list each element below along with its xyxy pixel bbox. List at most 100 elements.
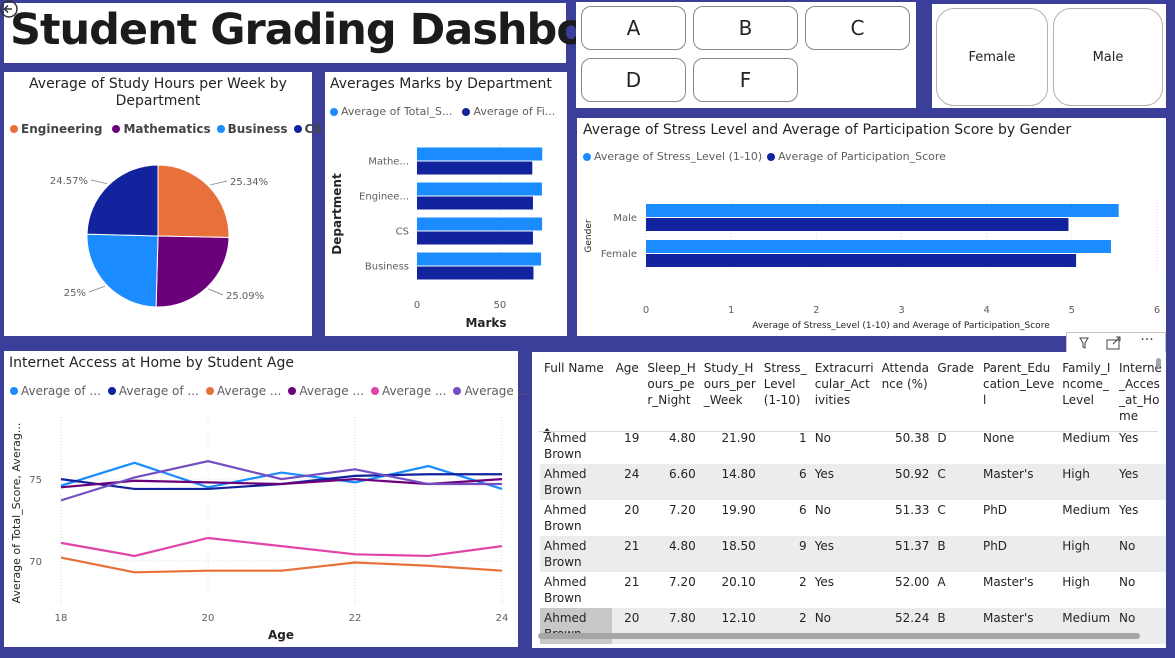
y-axis-label: Average of Total_Score, Averag... xyxy=(10,423,23,604)
table-cell: Yes xyxy=(810,536,878,572)
more-options-icon[interactable]: ··· xyxy=(1135,333,1159,351)
bar-cs-series-2[interactable] xyxy=(417,231,533,245)
pie-slice-business[interactable] xyxy=(86,233,159,308)
table-row[interactable]: Ahmed Brown 20 7.20 19.90 6 No 51.33 C PhD Medium Y… xyxy=(540,500,1166,536)
table-cell: 51.37 xyxy=(877,536,934,572)
table-cell: 20.10 xyxy=(721,575,756,589)
bar-male-series-1[interactable] xyxy=(646,204,1119,217)
bar-female-series-1[interactable] xyxy=(646,240,1112,253)
grade-option-b[interactable]: B xyxy=(693,6,798,50)
x-tick-label: 20 xyxy=(202,613,215,624)
x-tick-label: 18 xyxy=(55,613,68,624)
table-cell: Yes xyxy=(1115,464,1166,500)
pie-leader-line xyxy=(88,285,106,293)
pie-slice-mathematics[interactable] xyxy=(155,235,230,308)
y-tick-label: 75 xyxy=(29,475,42,486)
table-cell: No xyxy=(814,503,832,517)
bar-business-series-1[interactable] xyxy=(417,252,542,266)
back-arrow-icon[interactable] xyxy=(0,0,20,20)
line-series-6[interactable] xyxy=(60,460,502,502)
table-row[interactable]: Ahmed Brown 21 7.20 20.10 2 Yes 52.00 A Master's H… xyxy=(540,572,1166,608)
grade-option-f[interactable]: F xyxy=(693,58,798,102)
pie-data-label: 25.09% xyxy=(226,291,264,302)
bar-enginee-series-1[interactable] xyxy=(417,182,542,196)
table-cell: 14.80 xyxy=(699,464,760,500)
pie-slice-engineering[interactable] xyxy=(157,164,230,239)
dept-bar-visual[interactable]: Averages Marks by Department Average of … xyxy=(325,72,567,336)
table-row[interactable]: Ahmed Brown 19 4.80 21.90 1 No 50.38 D None Medium… xyxy=(540,428,1166,464)
gender-option-female[interactable]: Female xyxy=(936,8,1048,106)
pie-slice-cs[interactable] xyxy=(86,164,159,237)
grade-option-a[interactable]: A xyxy=(581,6,686,50)
table-cell: AhmedBrown xyxy=(544,503,587,533)
bar-business-series-2[interactable] xyxy=(417,266,534,280)
line-series-3[interactable] xyxy=(60,556,503,574)
table-cell: Master's xyxy=(982,575,1034,589)
table-cell: 21 xyxy=(611,536,644,572)
line-chart-plot: 70 75 18 20 22 24 Age Average of Total_Score, A… xyxy=(10,417,509,642)
table-row[interactable]: Ahmed Brown 21 4.80 18.50 9 Yes 51.37 B PhD High No xyxy=(540,536,1166,572)
table-cell: 1 xyxy=(799,431,807,445)
gender-option-male[interactable]: Male xyxy=(1053,8,1163,106)
table-cell: Yes xyxy=(1119,503,1139,517)
table-cell: 52.00 xyxy=(895,575,930,589)
bar-cs-series-1[interactable] xyxy=(417,217,543,231)
filter-icon[interactable] xyxy=(1073,335,1095,351)
table-cell: A xyxy=(937,575,946,589)
pie-data-label: 25% xyxy=(64,288,86,299)
student-table-visual[interactable]: Full Name Age Sleep_H ours_pe r_Night Stud… xyxy=(532,352,1166,648)
col-header-sleep-hours[interactable]: Sleep_H ours_pe r_Night xyxy=(643,356,699,428)
table-cell: 6 xyxy=(799,503,807,517)
col-header-full-name[interactable]: Full Name xyxy=(540,356,612,428)
focus-mode-icon[interactable] xyxy=(1103,335,1125,351)
table-cell: 6.60 xyxy=(643,464,700,500)
table-cell: AhmedBrown xyxy=(540,464,612,500)
col-header-extracurricular[interactable]: Extracurri cular_Act ivities xyxy=(811,356,878,428)
y-category-label: Female xyxy=(601,249,637,260)
bar-mathe-series-2[interactable] xyxy=(417,161,533,175)
table-cell: 19 xyxy=(624,431,640,445)
col-header-family-income[interactable]: Family_I ncome_ Level xyxy=(1058,356,1115,428)
x-tick-label: 22 xyxy=(349,613,362,624)
horizontal-scrollbar[interactable] xyxy=(538,633,1140,639)
x-tick-label: 24 xyxy=(496,613,509,624)
pie-data-label: 24.57% xyxy=(50,176,88,187)
x-axis-label: Age xyxy=(268,628,294,642)
col-header-grade[interactable]: Grade xyxy=(933,356,979,428)
table-cell: C xyxy=(933,464,979,500)
table-cell: PhD xyxy=(978,536,1059,572)
table-row[interactable]: Ahmed Brown 24 6.60 14.80 6 Yes 50.92 C Master's H… xyxy=(540,464,1166,500)
table-cell: None xyxy=(982,431,1015,445)
sort-ascending-icon[interactable] xyxy=(542,419,552,433)
col-header-parent-education[interactable]: Parent_Edu cation_Leve l xyxy=(979,356,1058,428)
bar-female-series-2[interactable] xyxy=(646,254,1077,267)
table-cell: Yes xyxy=(1119,431,1139,445)
col-header-stress-level[interactable]: Stress_ Level (1-10) xyxy=(760,356,811,428)
student-table: Full Name Age Sleep_H ours_pe r_Night Stud… xyxy=(540,356,1166,644)
table-cell: 9 xyxy=(759,536,811,572)
table-cell: 4.80 xyxy=(669,431,696,445)
table-cell: High xyxy=(1058,536,1115,572)
y-axis-label: Department xyxy=(330,173,344,255)
bar-male-series-2[interactable] xyxy=(646,218,1069,231)
bar-mathe-series-1[interactable] xyxy=(417,147,543,161)
grade-option-d[interactable]: D xyxy=(581,58,686,102)
table-cell: No xyxy=(1115,536,1166,572)
page-title: Student Grading Dashbooad xyxy=(10,5,672,55)
table-cell: C xyxy=(937,503,946,517)
table-cell: No xyxy=(1119,575,1136,589)
col-header-age[interactable]: Age xyxy=(612,356,644,428)
line-series-5[interactable] xyxy=(60,536,503,558)
x-tick-label: 3 xyxy=(898,305,904,316)
grade-slicer: A B C D F xyxy=(576,2,916,108)
col-header-attendance[interactable]: Attenda nce (%) xyxy=(878,356,934,428)
bar-enginee-series-2[interactable] xyxy=(417,196,533,210)
gender-bar-visual[interactable]: Average of Stress Level and Average of P… xyxy=(577,118,1166,336)
line-chart-visual[interactable]: Internet Access at Home by Student Age A… xyxy=(4,351,529,647)
grade-option-c[interactable]: C xyxy=(805,6,910,50)
vertical-scrollbar[interactable] xyxy=(1156,358,1161,368)
col-header-study-hours[interactable]: Study_H ours_per _Week xyxy=(700,356,760,428)
table-cell: Medium xyxy=(1062,503,1111,517)
table-cell: 18.50 xyxy=(699,536,760,572)
pie-chart-visual[interactable]: Average of Study Hours per Week by Depar… xyxy=(4,72,322,336)
